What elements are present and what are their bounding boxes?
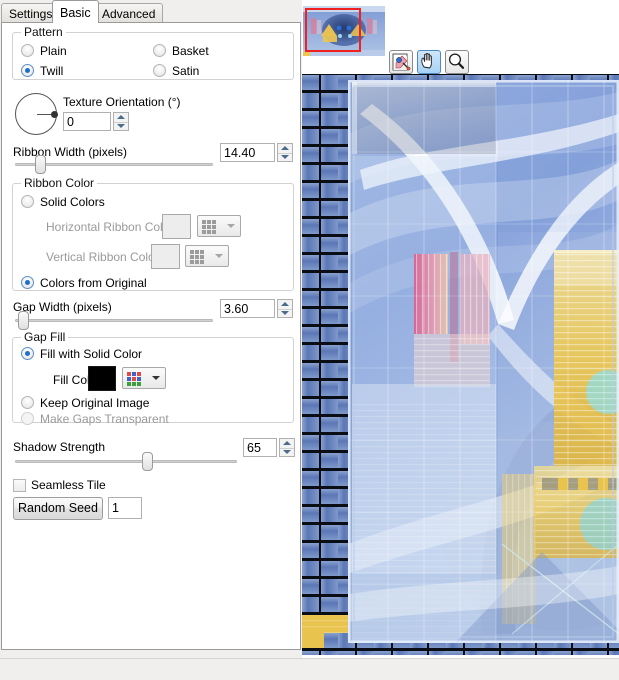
label-fill-with-solid-color: Fill with Solid Color [40,347,142,361]
gap-width-slider-track[interactable] [15,319,213,322]
chevron-up-icon [283,441,291,445]
color-picker-button[interactable] [389,50,413,74]
radio-colors-from-original[interactable] [21,276,34,289]
shadow-strength-input[interactable] [243,438,277,457]
status-bar [0,658,619,680]
tab-basic[interactable]: Basic [52,0,99,23]
dial-knob[interactable] [51,111,58,118]
random-seed-button[interactable]: Random Seed [13,497,103,520]
label-pattern-plain: Plain [40,44,67,58]
palette-grid-icon [127,372,141,386]
vertical-ribbon-color-swatch[interactable] [151,244,180,269]
basic-tab-content: Pattern Plain Twill Basket Satin Texture… [1,22,301,650]
spinner-down[interactable] [280,448,294,457]
chevron-down-icon [281,155,289,159]
ribbon-width-spinner[interactable] [277,143,293,162]
settings-panel: Settings Basic Advanced Pattern Plain Tw… [0,0,302,658]
label-keep-original-image: Keep Original Image [40,396,149,410]
chevron-down-icon [215,254,223,258]
label-pattern-basket: Basket [172,44,209,58]
gap-fill-group: Gap Fill Fill with Solid Color Fill Colo… [12,337,294,423]
spinner-up[interactable] [278,144,292,153]
chevron-down-icon [283,450,291,454]
radio-pattern-twill[interactable] [21,64,34,77]
chevron-up-icon [281,302,289,306]
shadow-strength-slider-track[interactable] [15,460,237,463]
navigator-viewport-rect[interactable] [305,8,361,52]
chevron-up-icon [117,115,125,119]
chevron-down-icon [152,376,160,380]
radio-keep-original-image[interactable] [21,396,34,409]
ribbon-color-group: Ribbon Color Solid Colors Horizontal Rib… [12,183,294,291]
tab-settings-label: Settings [9,7,52,21]
pattern-group-label: Pattern [21,25,66,39]
application-window: Settings Basic Advanced Pattern Plain Tw… [0,0,619,680]
random-seed-button-label: Random Seed [18,501,98,515]
gap-width-spinner[interactable] [277,299,293,318]
fill-color-palette-dropdown[interactable] [122,367,166,389]
label-pattern-satin: Satin [172,64,199,78]
texture-preview-image [302,74,619,655]
magnifier-icon [446,51,466,71]
radio-solid-colors[interactable] [21,195,34,208]
label-texture-orientation: Texture Orientation (°) [63,95,181,109]
preview-panel [302,0,619,658]
tab-strip: Settings Basic Advanced [0,0,302,22]
chevron-down-icon [227,224,235,228]
tab-basic-label: Basic [60,6,91,20]
radio-fill-with-solid-color[interactable] [21,347,34,360]
gap-fill-group-label: Gap Fill [21,330,68,344]
radio-pattern-basket[interactable] [153,44,166,57]
spinner-down[interactable] [278,309,292,318]
zoom-tool-button[interactable] [445,50,469,74]
texture-preview[interactable] [302,74,619,655]
horizontal-ribbon-palette-dropdown[interactable] [197,215,241,237]
spinner-up[interactable] [114,113,128,122]
hand-pan-icon [418,51,438,71]
ribbon-color-group-label: Ribbon Color [21,176,97,190]
pan-tool-button[interactable] [417,50,441,74]
palette-grid-icon [190,250,204,264]
label-make-gaps-transparent: Make Gaps Transparent [40,412,169,426]
tab-advanced-label: Advanced [102,7,155,21]
label-horizontal-ribbon-color: Horizontal Ribbon Color [46,220,173,234]
label-ribbon-width: Ribbon Width (pixels) [13,145,127,159]
chevron-up-icon [281,146,289,150]
label-seamless-tile: Seamless Tile [31,478,106,492]
label-vertical-ribbon-color: Vertical Ribbon Color [46,250,159,264]
radio-pattern-plain[interactable] [21,44,34,57]
radio-make-gaps-transparent[interactable] [21,412,34,425]
texture-orientation-input[interactable] [63,112,111,131]
texture-orientation-spinner[interactable] [113,112,129,131]
label-solid-colors: Solid Colors [40,195,105,209]
chevron-down-icon [117,124,125,128]
ribbon-width-slider-thumb[interactable] [35,155,46,174]
gap-width-input[interactable] [220,299,275,318]
color-picker-icon [390,51,412,73]
navigator-thumbnail[interactable] [303,6,385,56]
label-pattern-twill: Twill [40,64,63,78]
seamless-tile-checkbox[interactable] [13,479,26,492]
spinner-down[interactable] [278,153,292,162]
texture-orientation-dial[interactable] [15,93,57,135]
gap-width-slider-thumb[interactable] [18,311,29,330]
horizontal-ribbon-color-swatch[interactable] [162,214,191,239]
ribbon-width-input[interactable] [220,143,275,162]
spinner-up[interactable] [280,439,294,448]
fill-color-swatch[interactable] [88,366,116,391]
tab-advanced[interactable]: Advanced [94,3,163,22]
label-shadow-strength: Shadow Strength [13,440,105,454]
palette-grid-icon [202,220,216,234]
label-colors-from-original: Colors from Original [40,276,147,290]
random-seed-input[interactable] [108,497,142,519]
shadow-strength-spinner[interactable] [279,438,295,457]
spinner-down[interactable] [114,122,128,131]
radio-pattern-satin[interactable] [153,64,166,77]
pattern-group: Pattern Plain Twill Basket Satin [12,32,294,80]
spinner-up[interactable] [278,300,292,309]
shadow-strength-slider-thumb[interactable] [142,452,153,471]
vertical-ribbon-palette-dropdown[interactable] [185,245,229,267]
chevron-down-icon [281,311,289,315]
